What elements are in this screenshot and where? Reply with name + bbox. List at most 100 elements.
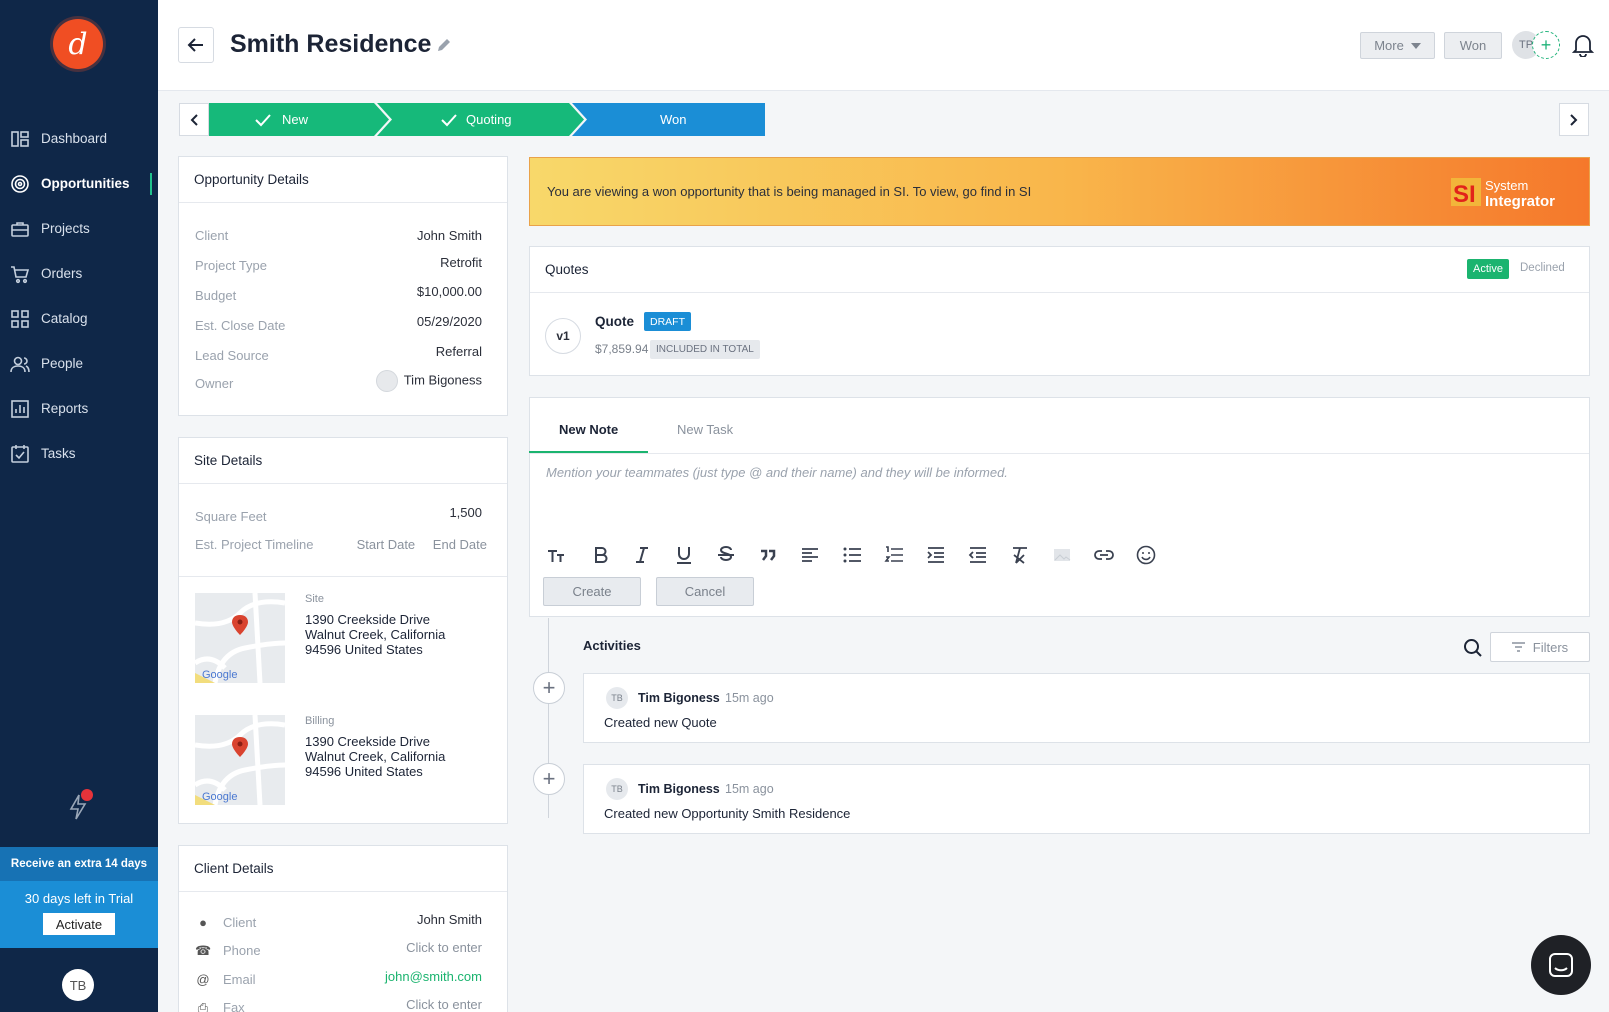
add-activity-button[interactable]: + xyxy=(533,763,565,795)
underline-icon[interactable] xyxy=(673,544,695,566)
detail-row-budget[interactable]: Budget $10,000.00 xyxy=(195,284,482,303)
clear-format-icon[interactable] xyxy=(1009,544,1031,566)
client-value: Click to enter xyxy=(406,940,482,955)
billing-address[interactable]: 1390 Creekside Drive Walnut Creek, Calif… xyxy=(305,734,445,779)
detail-value: Referral xyxy=(435,344,482,359)
client-value[interactable]: john@smith.com xyxy=(385,969,482,987)
client-value: John Smith xyxy=(416,912,482,927)
detail-value: $10,000.00 xyxy=(416,284,482,299)
detail-row-close-date[interactable]: Est. Close Date 05/29/2020 xyxy=(195,314,482,333)
client-row-name[interactable]: ● Client John Smith xyxy=(195,912,482,930)
outdent-icon[interactable] xyxy=(967,544,989,566)
pencil-icon[interactable] xyxy=(436,37,452,53)
search-icon[interactable] xyxy=(1463,638,1483,658)
user-avatar[interactable]: TB xyxy=(62,969,94,1001)
sidebar-item-reports[interactable]: Reports xyxy=(0,386,158,431)
won-button[interactable]: Won xyxy=(1444,32,1502,59)
quote-icon[interactable] xyxy=(757,544,779,566)
stage-prev-button[interactable] xyxy=(179,103,209,136)
detail-label: Square Feet xyxy=(195,509,267,524)
sidebar-item-projects[interactable]: Projects xyxy=(0,206,158,251)
system-integrator-logo[interactable]: SI System Integrator xyxy=(1451,175,1571,211)
detail-label: Est. Project Timeline xyxy=(195,537,314,552)
stage-next-button[interactable] xyxy=(1559,103,1589,136)
bullet-list-icon[interactable] xyxy=(841,544,863,566)
detail-row-owner[interactable]: Owner Tim Bigoness xyxy=(195,370,482,392)
link-icon[interactable] xyxy=(1093,544,1115,566)
activity-author[interactable]: Tim Bigoness xyxy=(638,782,720,796)
bell-icon[interactable] xyxy=(1572,33,1594,57)
end-date-input[interactable]: End Date xyxy=(433,537,487,552)
filters-button[interactable]: Filters xyxy=(1490,632,1590,662)
activities-title: Activities xyxy=(583,638,641,653)
italic-icon[interactable] xyxy=(631,544,653,566)
map-image: Google xyxy=(195,593,285,683)
map-image: Google xyxy=(195,715,285,805)
more-dropdown[interactable]: More xyxy=(1360,32,1435,59)
activate-button[interactable]: Activate xyxy=(43,913,115,935)
site-address[interactable]: 1390 Creekside Drive Walnut Creek, Calif… xyxy=(305,612,445,657)
align-icon[interactable] xyxy=(799,544,821,566)
site-map-thumbnail[interactable]: Google xyxy=(195,593,285,683)
emoji-icon[interactable] xyxy=(1135,544,1157,566)
address-line: 1390 Creekside Drive xyxy=(305,612,431,627)
detail-row-square-feet[interactable]: Square Feet 1,500 xyxy=(195,505,482,524)
chevron-right-icon xyxy=(1570,113,1578,126)
sidebar-nav: Dashboard Opportunities Projects Orders … xyxy=(0,116,158,476)
phone-icon: ☎ xyxy=(195,943,212,958)
logo-letter: d xyxy=(68,26,88,62)
detail-value: Tim Bigoness xyxy=(403,372,482,388)
activity-item: TB Tim Bigoness 15m ago Created new Oppo… xyxy=(583,764,1590,834)
detail-value: John Smith xyxy=(416,228,482,243)
back-button[interactable] xyxy=(178,27,214,63)
trial-promo[interactable]: Receive an extra 14 days xyxy=(0,847,158,881)
sidebar-item-people[interactable]: People xyxy=(0,341,158,386)
quote-included-tag: INCLUDED IN TOTAL xyxy=(650,340,760,359)
logo-si-text: SI xyxy=(1453,181,1476,208)
sidebar-item-dashboard[interactable]: Dashboard xyxy=(0,116,158,161)
sidebar-item-catalog[interactable]: Catalog xyxy=(0,296,158,341)
text-size-icon[interactable] xyxy=(545,544,567,566)
detail-label: Owner xyxy=(195,376,234,391)
client-row-fax[interactable]: ⎙ Fax Click to enter xyxy=(195,997,482,1012)
detail-row-project-type[interactable]: Project Type Retrofit xyxy=(195,255,482,273)
filter-icon xyxy=(1511,642,1525,652)
detail-row-lead-source[interactable]: Lead Source Referral xyxy=(195,344,482,363)
card-title: Quotes xyxy=(530,247,1589,293)
create-note-button[interactable]: Create xyxy=(543,577,641,606)
divider xyxy=(179,576,507,577)
sidebar-item-label: Dashboard xyxy=(41,131,108,146)
sidebar-item-orders[interactable]: Orders xyxy=(0,251,158,296)
stage-label-new: New xyxy=(282,112,309,127)
address-line: Walnut Creek, California xyxy=(305,627,446,642)
activity-author[interactable]: Tim Bigoness xyxy=(638,691,720,705)
bold-icon[interactable] xyxy=(590,544,612,566)
billing-address-label: Billing xyxy=(305,715,335,727)
cancel-note-button[interactable]: Cancel xyxy=(656,577,754,606)
address-line: 94596 United States xyxy=(305,764,423,779)
indent-icon[interactable] xyxy=(925,544,947,566)
chat-launcher-button[interactable] xyxy=(1531,935,1591,995)
at-icon: @ xyxy=(196,972,210,987)
client-row-phone[interactable]: ☎ Phone Click to enter xyxy=(195,940,482,959)
tab-new-note[interactable]: New Note xyxy=(559,422,618,437)
billing-map-thumbnail[interactable]: Google xyxy=(195,715,285,805)
start-date-input[interactable]: Start Date xyxy=(357,537,416,552)
sidebar-item-tasks[interactable]: Tasks xyxy=(0,431,158,476)
sidebar-item-opportunities[interactable]: Opportunities xyxy=(0,161,158,206)
strikethrough-icon[interactable] xyxy=(715,544,737,566)
arrow-left-icon xyxy=(187,38,203,52)
detail-row-client[interactable]: Client John Smith xyxy=(195,228,482,243)
quote-name-link[interactable]: Quote xyxy=(595,314,634,329)
numbered-list-icon[interactable] xyxy=(883,544,905,566)
note-input[interactable]: Mention your teammates (just type @ and … xyxy=(546,465,1008,480)
quotes-filter-declined[interactable]: Declined xyxy=(1520,262,1565,274)
tab-new-task[interactable]: New Task xyxy=(677,422,733,437)
add-follower-button[interactable]: + xyxy=(1532,31,1560,59)
image-icon[interactable] xyxy=(1051,544,1073,566)
client-row-email[interactable]: @ Email john@smith.com xyxy=(195,969,482,987)
quotes-filter-active[interactable]: Active xyxy=(1467,259,1509,279)
app-logo[interactable]: d xyxy=(53,19,103,69)
client-label: Fax xyxy=(223,1000,245,1012)
add-activity-button[interactable]: + xyxy=(533,672,565,704)
